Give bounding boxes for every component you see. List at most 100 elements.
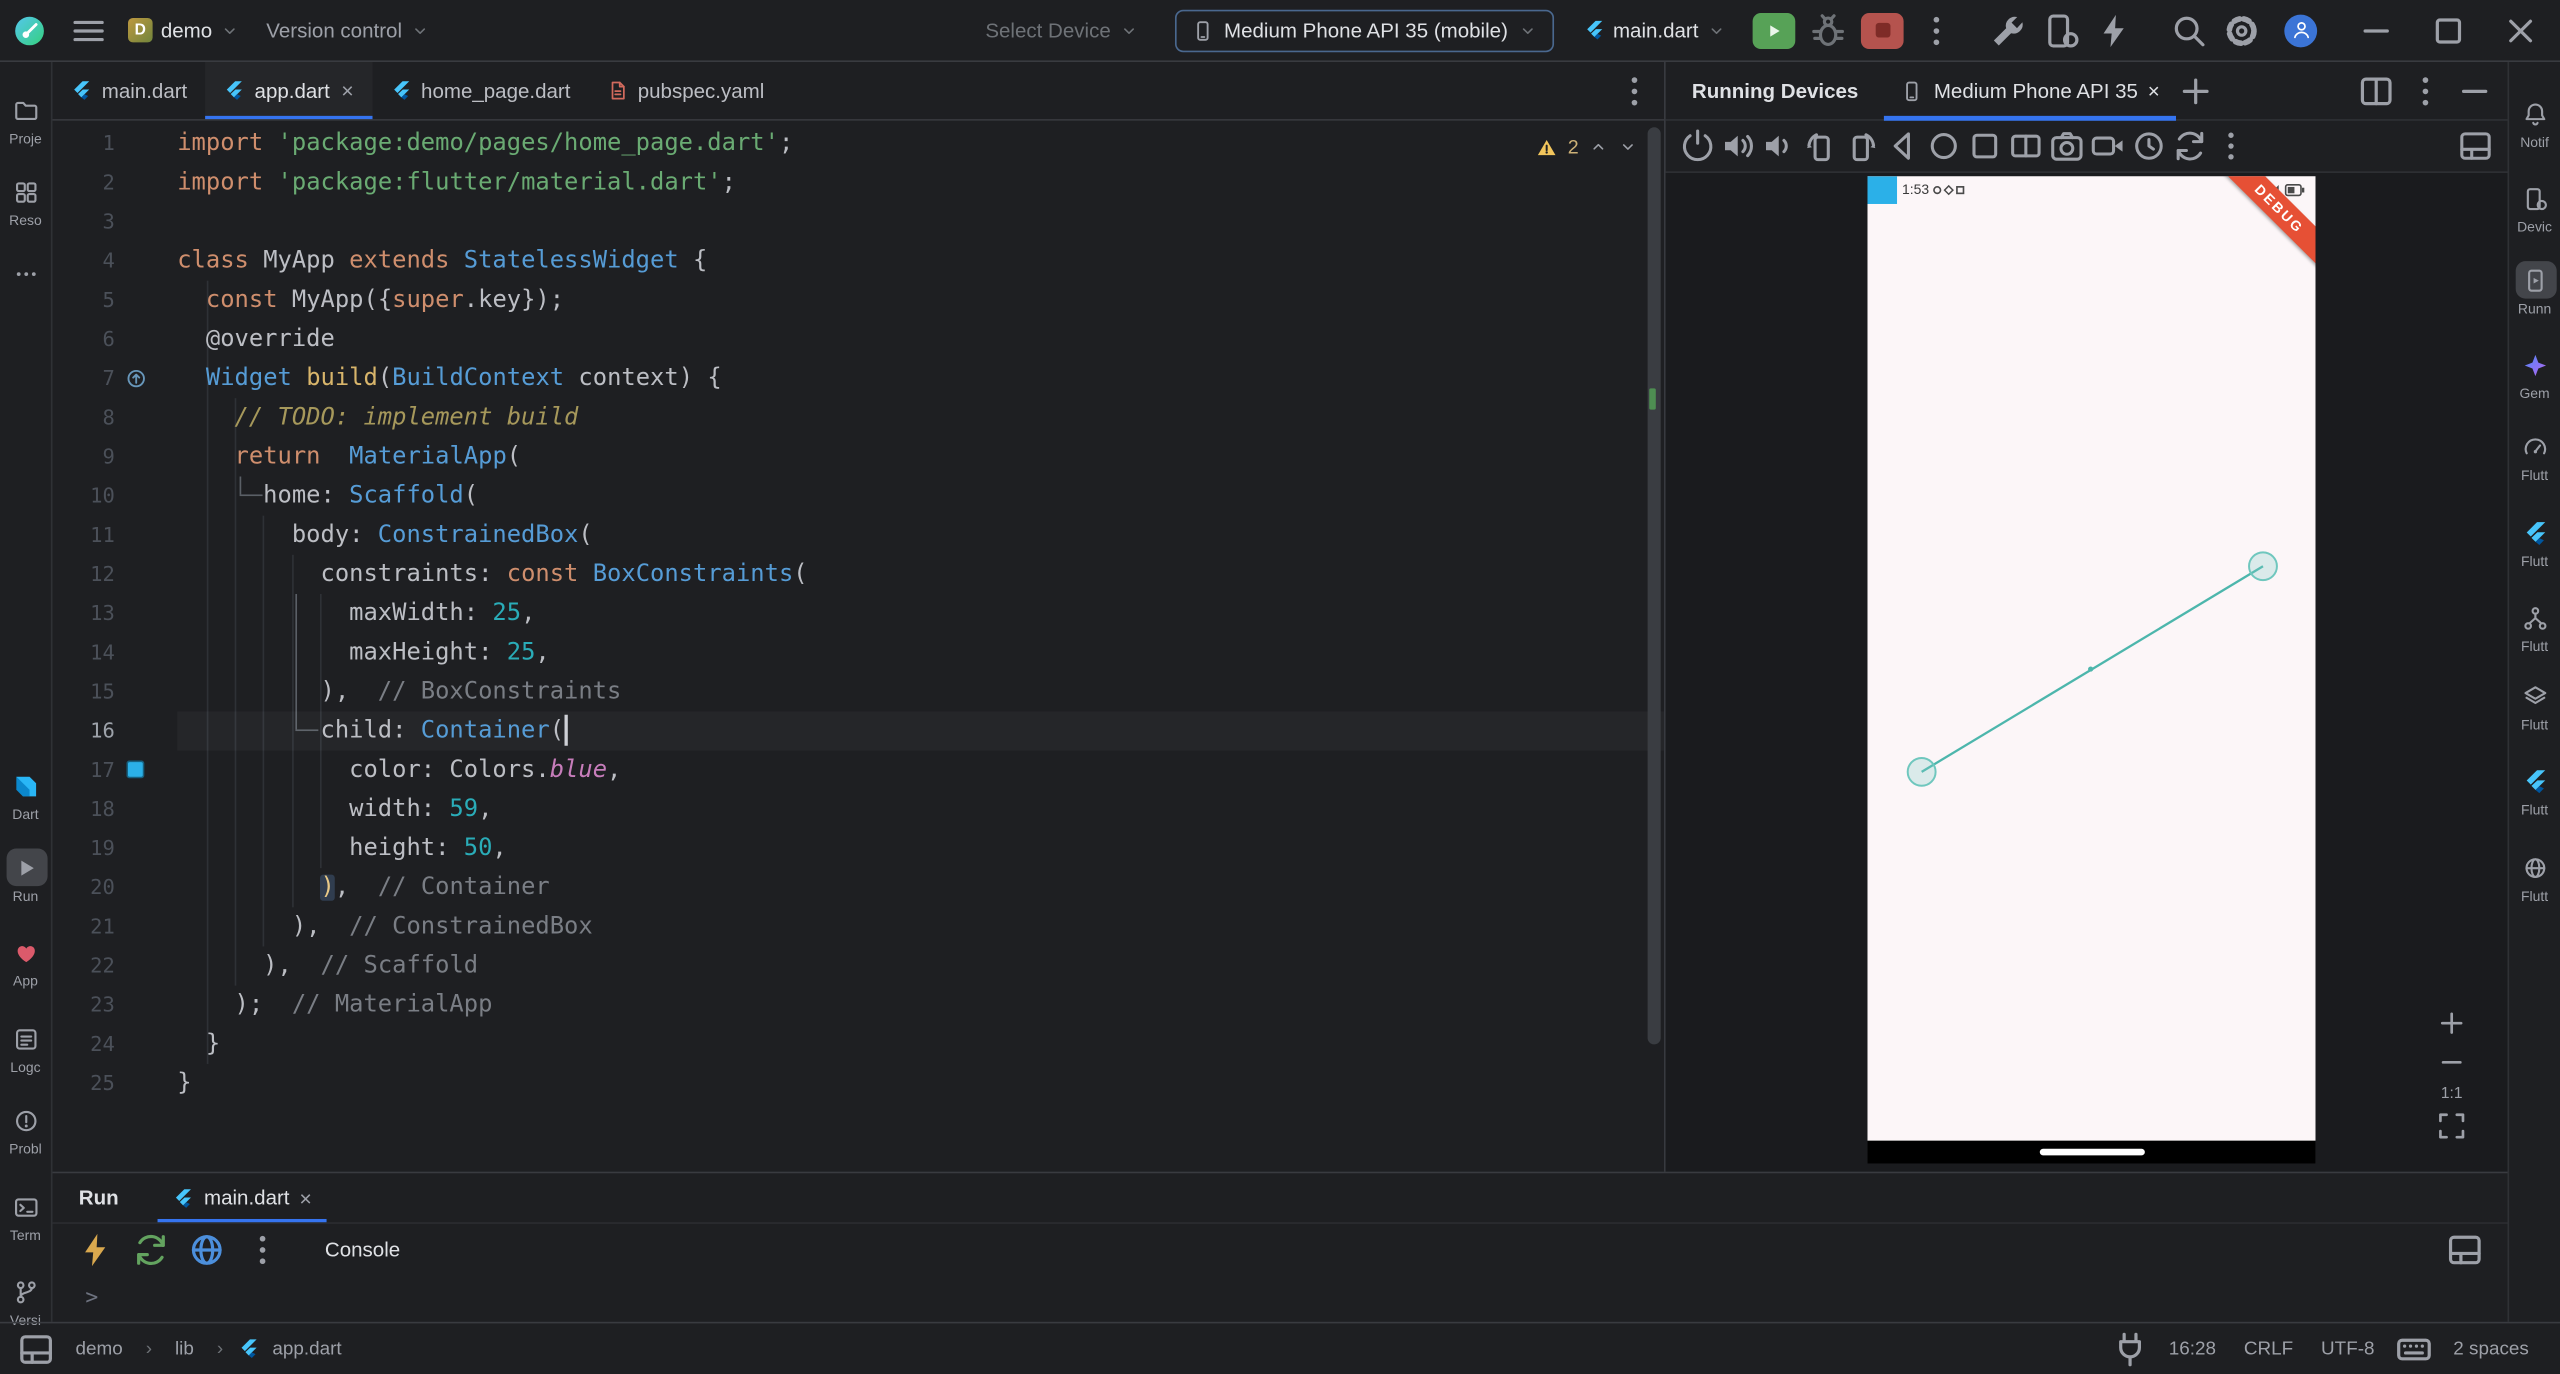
tool-stripe-item-running-devices[interactable]: Runn bbox=[2509, 261, 2560, 317]
close-device-tab-icon[interactable]: × bbox=[2148, 79, 2160, 102]
hide-panel-icon[interactable] bbox=[2455, 71, 2494, 110]
tab-options-icon[interactable] bbox=[1615, 71, 1654, 110]
overview-icon[interactable] bbox=[1966, 127, 2004, 165]
code-area[interactable]: import 'package:demo/pages/home_page.dar… bbox=[177, 121, 1664, 1172]
close-run-tab-icon[interactable]: × bbox=[299, 1186, 311, 1210]
minimize-button[interactable] bbox=[2357, 11, 2396, 50]
main-menu-icon[interactable] bbox=[69, 11, 108, 50]
file-encoding[interactable]: UTF-8 bbox=[2313, 1336, 2383, 1362]
editor-scrollbar[interactable] bbox=[1647, 127, 1661, 1045]
select-device-dropdown[interactable]: Select Device bbox=[979, 16, 1145, 45]
device-manager-icon[interactable] bbox=[2041, 11, 2080, 50]
editor-tab-home_page.dart[interactable]: home_page.dart bbox=[372, 62, 589, 119]
tool-stripe-item-dart-analysis[interactable]: Dart bbox=[0, 767, 53, 822]
run-configuration-selector[interactable]: main.dart bbox=[1577, 16, 1733, 45]
next-problem-icon[interactable] bbox=[1618, 137, 1638, 157]
close-button[interactable] bbox=[2501, 11, 2540, 50]
zoom-reset-button[interactable]: 1:1 bbox=[2441, 1085, 2463, 1103]
line-separator[interactable]: CRLF bbox=[2236, 1336, 2302, 1362]
tool-stripe-item-terminal[interactable]: Term bbox=[0, 1188, 53, 1243]
tool-stripe-item-flutter-outline[interactable]: Flutt bbox=[2509, 599, 2560, 654]
search-everywhere-icon[interactable] bbox=[2169, 11, 2208, 50]
more-device-actions-icon[interactable] bbox=[2212, 127, 2250, 165]
restart-device-icon[interactable] bbox=[2171, 127, 2209, 165]
rotate-left-icon[interactable] bbox=[1802, 127, 1840, 165]
breadcrumb-project[interactable]: demo bbox=[67, 1336, 131, 1362]
split-panel-icon[interactable] bbox=[2357, 71, 2396, 110]
tool-stripe-item-flutter-performance[interactable]: Flutt bbox=[2509, 428, 2560, 483]
build-tools-icon[interactable] bbox=[1989, 11, 2028, 50]
project-selector[interactable]: D demo bbox=[121, 15, 246, 46]
avatar[interactable] bbox=[2284, 13, 2318, 47]
tool-stripe-item-logcat[interactable]: Logc bbox=[0, 1020, 53, 1075]
tool-stripe-item-resource-manager[interactable]: Reso bbox=[0, 173, 53, 228]
rotate-right-icon[interactable] bbox=[1843, 127, 1881, 165]
tool-stripe-item-notifications[interactable]: Notif bbox=[2509, 95, 2560, 150]
editor-tab-pubspec.yaml[interactable]: pubspec.yaml bbox=[589, 62, 783, 119]
close-tab-icon[interactable]: × bbox=[341, 80, 353, 101]
console-output[interactable]: > bbox=[53, 1274, 2508, 1320]
volume-down-icon[interactable] bbox=[1761, 127, 1799, 165]
run-button[interactable] bbox=[1752, 12, 1796, 49]
device-screen[interactable]: 1:53 3G DEB bbox=[1867, 176, 2316, 1164]
breadcrumb-file[interactable]: app.dart bbox=[264, 1336, 350, 1362]
settings-icon[interactable] bbox=[2222, 11, 2261, 50]
display-mode-icon[interactable] bbox=[2457, 127, 2495, 165]
indent-setting[interactable]: 2 spaces bbox=[2445, 1336, 2537, 1362]
home-icon[interactable] bbox=[1925, 127, 1963, 165]
hot-reload-icon[interactable] bbox=[75, 1230, 114, 1269]
power-icon[interactable] bbox=[1679, 127, 1717, 165]
plug-icon[interactable] bbox=[2110, 1329, 2149, 1368]
tool-stripe-item-project[interactable]: Proje bbox=[0, 91, 53, 147]
volume-up-icon[interactable] bbox=[1720, 127, 1758, 165]
inspections-widget[interactable]: 2 bbox=[1527, 131, 1648, 164]
tool-stripe-item-flutter-network[interactable]: Flutt bbox=[2509, 849, 2560, 904]
tool-stripe-item-problems[interactable]: Probl bbox=[0, 1101, 53, 1157]
more-actions-icon[interactable] bbox=[1917, 11, 1956, 50]
tool-stripe-item-run[interactable]: Run bbox=[0, 848, 53, 905]
tool-stripe-item-more-tool-windows[interactable] bbox=[0, 255, 53, 294]
editor-tab-app.dart[interactable]: app.dart × bbox=[205, 62, 373, 120]
add-device-tab-icon[interactable] bbox=[2176, 71, 2215, 110]
maximize-button[interactable] bbox=[2429, 11, 2468, 50]
fit-screen-button[interactable] bbox=[2435, 1110, 2468, 1143]
layout-settings-icon[interactable] bbox=[2445, 1230, 2484, 1269]
tool-stripe-item-device-manager[interactable]: Devic bbox=[2509, 180, 2560, 235]
tool-stripe-item-flutter-inspector[interactable]: Flutt bbox=[2509, 514, 2560, 570]
tool-stripe-item-flutter-coverage[interactable]: Flutt bbox=[2509, 677, 2560, 733]
device-tab[interactable]: Medium Phone API 35 × bbox=[1884, 61, 2177, 120]
code-editor[interactable]: 1 2 3 4 5 6 7 8 9 10 11 12 13 14 15 16 17 18 19 20 21 22 23 24 2… bbox=[52, 120, 1665, 1172]
stop-button[interactable] bbox=[1860, 12, 1904, 49]
back-icon[interactable] bbox=[1884, 127, 1922, 165]
color-preview-swatch[interactable] bbox=[126, 760, 145, 779]
open-devtools-icon[interactable] bbox=[187, 1230, 226, 1269]
device-selector[interactable]: Medium Phone API 35 (mobile) bbox=[1174, 8, 1554, 52]
zoom-out-button[interactable] bbox=[2435, 1046, 2468, 1079]
fold-device-icon[interactable] bbox=[2007, 127, 2045, 165]
tool-window-layout-icon[interactable] bbox=[16, 1329, 55, 1368]
caret-position[interactable]: 16:28 bbox=[2161, 1336, 2225, 1362]
gesture-pill[interactable] bbox=[2038, 1148, 2145, 1156]
tool-stripe-item-gemini[interactable]: Gem bbox=[2509, 346, 2560, 401]
editor-tab-main.dart[interactable]: main.dart bbox=[53, 62, 206, 119]
hot-restart-icon[interactable] bbox=[131, 1230, 170, 1269]
screen-record-icon[interactable] bbox=[2089, 127, 2127, 165]
breadcrumb-folder[interactable]: lib bbox=[167, 1336, 202, 1362]
tool-stripe-label: Run bbox=[12, 887, 39, 905]
screenshot-icon[interactable] bbox=[2048, 127, 2086, 165]
panel-options-icon[interactable] bbox=[2406, 71, 2445, 110]
version-control-menu[interactable]: Version control bbox=[260, 16, 437, 45]
run-tab[interactable]: main.dart × bbox=[158, 1173, 327, 1223]
snapshot-icon[interactable] bbox=[2130, 127, 2168, 165]
tool-stripe-item-flutter-tool[interactable]: Flutt bbox=[2509, 762, 2560, 818]
run-more-options-icon[interactable] bbox=[243, 1230, 282, 1269]
profiler-icon[interactable] bbox=[2094, 11, 2133, 50]
console-label[interactable]: Console bbox=[325, 1238, 400, 1261]
zoom-in-button[interactable] bbox=[2435, 1007, 2468, 1040]
previous-problem-icon[interactable] bbox=[1589, 137, 1609, 157]
debug-button[interactable] bbox=[1808, 11, 1847, 50]
override-icon[interactable] bbox=[125, 367, 148, 390]
tool-stripe-item-version-control[interactable]: Versi bbox=[0, 1273, 53, 1328]
tool-stripe-item-app-quality-insights[interactable]: App bbox=[0, 933, 53, 989]
editor-config-icon[interactable] bbox=[2394, 1329, 2433, 1368]
